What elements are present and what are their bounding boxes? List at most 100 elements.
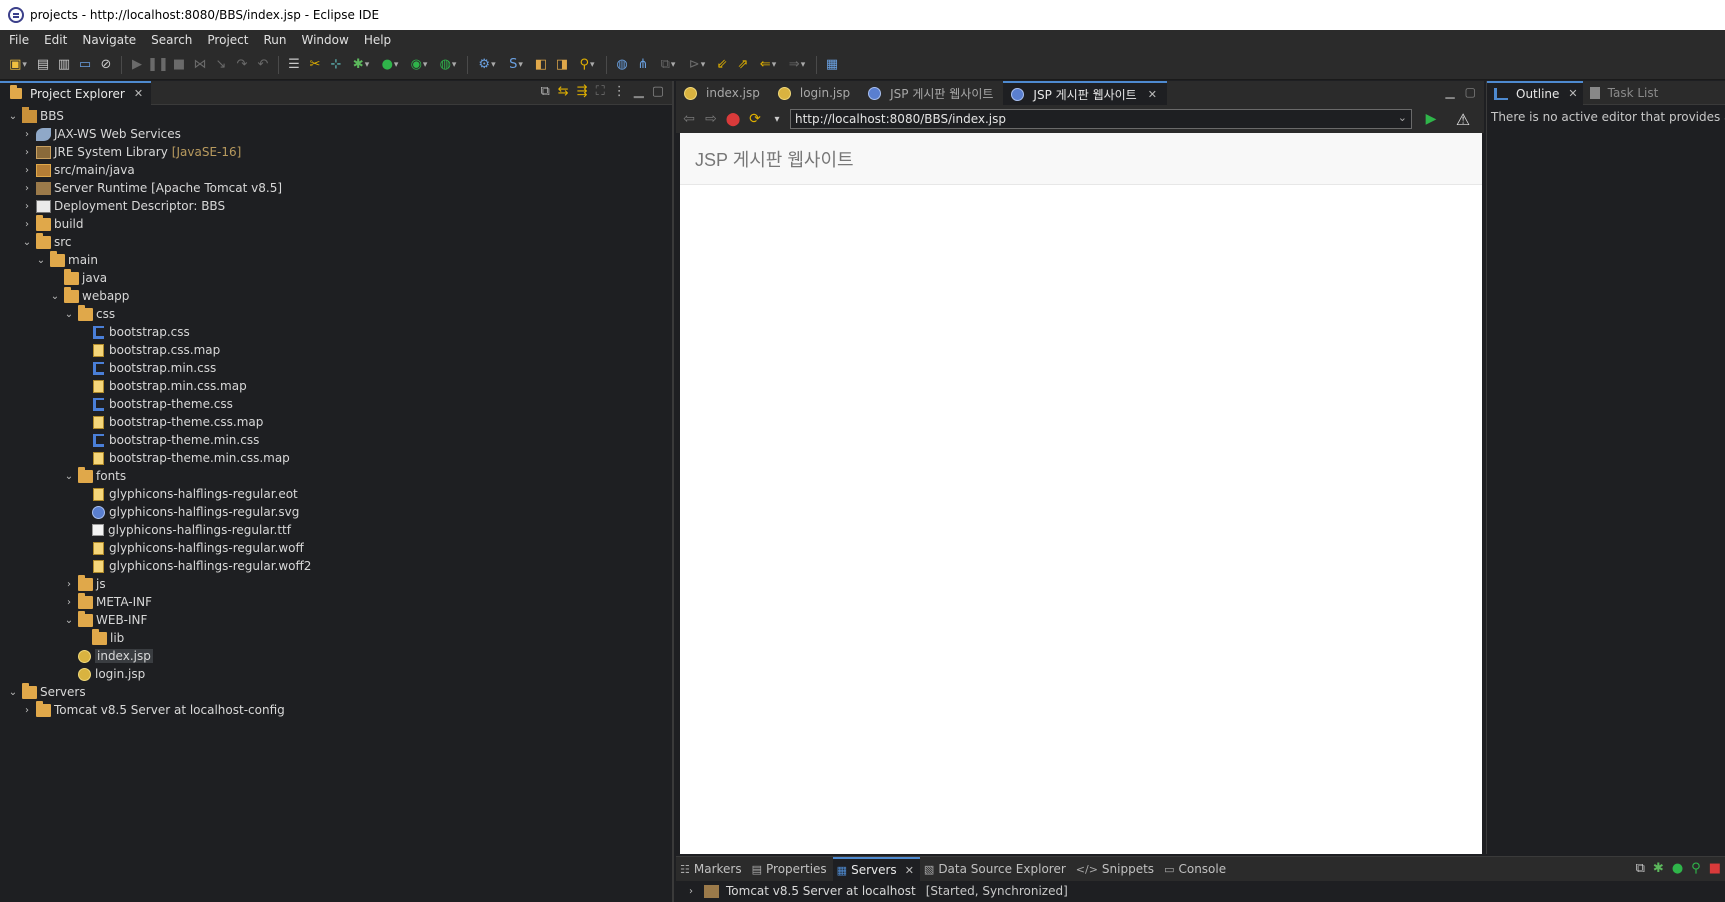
- tree-item[interactable]: › src/main/java: [0, 161, 672, 179]
- filter-icon[interactable]: ⇶: [577, 84, 588, 99]
- annotation-icon[interactable]: ⧉: [654, 55, 682, 75]
- skip-breakpoints-icon[interactable]: ⊘: [96, 55, 116, 75]
- chevron-right-icon[interactable]: ›: [20, 165, 34, 176]
- tree-item[interactable]: ⌄ webapp: [0, 286, 672, 305]
- editor-tab[interactable]: login.jsp: [770, 81, 860, 105]
- editor-tab[interactable]: JSP 게시판 웹사이트: [860, 81, 1003, 105]
- menu-file[interactable]: File: [4, 33, 39, 47]
- debug-server-icon[interactable]: ✱: [1653, 861, 1664, 876]
- bottom-tab-console[interactable]: ▭ Console: [1160, 857, 1232, 881]
- chevron-right-icon[interactable]: ›: [684, 886, 698, 897]
- step-over-icon[interactable]: ↷: [232, 55, 252, 75]
- step-into-icon[interactable]: ↘: [211, 55, 231, 75]
- url-input[interactable]: http://localhost:8080/BBS/index.jsp ⌄: [790, 109, 1412, 129]
- toggle-markers-icon[interactable]: ⋔: [633, 55, 653, 75]
- chevron-down-icon[interactable]: ⌄: [6, 111, 20, 122]
- terminate-icon[interactable]: ■: [169, 55, 189, 75]
- tree-item[interactable]: glyphicons-halflings-regular.svg: [0, 503, 672, 521]
- menu-help[interactable]: Help: [359, 33, 401, 47]
- chevron-down-icon[interactable]: ⌄: [1398, 111, 1407, 124]
- forward-icon[interactable]: ⇒: [783, 55, 811, 75]
- forward-arrow-icon[interactable]: ⇨: [702, 110, 720, 128]
- minimize-icon[interactable]: ▁: [1445, 85, 1454, 99]
- chevron-right-icon[interactable]: ›: [20, 183, 34, 194]
- tab-task-list[interactable]: Task List: [1583, 81, 1664, 105]
- open-console-icon[interactable]: ☰: [284, 55, 304, 75]
- chevron-down-icon[interactable]: ⌄: [62, 309, 76, 320]
- editor-tab[interactable]: index.jsp: [676, 81, 770, 105]
- disconnect-icon[interactable]: ⋈: [190, 55, 210, 75]
- tree-item[interactable]: bootstrap-theme.css.map: [0, 413, 672, 431]
- chevron-down-icon[interactable]: ⌄: [48, 291, 62, 302]
- chevron-right-icon[interactable]: ›: [20, 201, 34, 212]
- menu-edit[interactable]: Edit: [39, 33, 77, 47]
- menu-window[interactable]: Window: [296, 33, 358, 47]
- tab-project-explorer[interactable]: Project Explorer ✕: [0, 80, 152, 105]
- chevron-down-icon[interactable]: ⌄: [62, 471, 76, 482]
- tree-item[interactable]: glyphicons-halflings-regular.woff2: [0, 557, 672, 575]
- chevron-down-icon[interactable]: ⌄: [62, 615, 76, 626]
- coverage-icon[interactable]: ⊹: [326, 55, 346, 75]
- open-task-icon[interactable]: ◨: [552, 55, 572, 75]
- minimize-icon[interactable]: ▁: [634, 84, 644, 99]
- focus-icon[interactable]: ⛶: [596, 84, 605, 99]
- warning-icon[interactable]: ⚠: [1452, 109, 1474, 129]
- tab-outline[interactable]: Outline ✕: [1487, 80, 1583, 105]
- profile-server-icon[interactable]: ⚲: [1691, 861, 1701, 876]
- tree-item[interactable]: bootstrap.min.css.map: [0, 377, 672, 395]
- view-menu-icon[interactable]: ⋮: [613, 84, 626, 99]
- terminal-icon[interactable]: ▭: [75, 55, 95, 75]
- tree-item[interactable]: glyphicons-halflings-regular.eot: [0, 485, 672, 503]
- tree-item[interactable]: › JRE System Library [JavaSE-16]: [0, 143, 672, 161]
- chevron-down-icon[interactable]: ⌄: [6, 687, 20, 698]
- bottom-tab-markers[interactable]: ☷ Markers: [676, 857, 748, 881]
- suspend-icon[interactable]: ❚❚: [147, 55, 169, 75]
- run-coverage-icon[interactable]: ◉: [405, 55, 433, 75]
- new-server-icon[interactable]: S: [502, 55, 530, 75]
- editor-tab[interactable]: JSP 게시판 웹사이트 ✕: [1003, 81, 1167, 105]
- menu-search[interactable]: Search: [146, 33, 202, 47]
- tree-item[interactable]: ⌄ Servers: [0, 682, 672, 701]
- stop-server-icon[interactable]: ■: [1709, 861, 1721, 876]
- tree-item[interactable]: bootstrap-theme.min.css.map: [0, 449, 672, 467]
- tree-item[interactable]: lib: [0, 628, 672, 647]
- refresh-icon[interactable]: ⟳: [746, 110, 764, 128]
- tree-item[interactable]: › Server Runtime [Apache Tomcat v8.5]: [0, 179, 672, 197]
- run-icon[interactable]: ●: [376, 55, 404, 75]
- step-return-icon[interactable]: ↶: [253, 55, 273, 75]
- chevron-down-icon[interactable]: ⌄: [20, 237, 34, 248]
- chevron-right-icon[interactable]: ›: [62, 597, 76, 608]
- close-icon[interactable]: ✕: [134, 87, 143, 100]
- collapse-all-icon[interactable]: ⧉: [540, 84, 549, 99]
- tree-item[interactable]: ⌄ main: [0, 250, 672, 269]
- close-icon[interactable]: ✕: [905, 864, 914, 877]
- publish-icon[interactable]: ✂: [305, 55, 325, 75]
- stop-icon[interactable]: ⬤: [724, 110, 742, 128]
- start-server-icon[interactable]: ●: [1672, 861, 1683, 876]
- go-icon[interactable]: ▶: [1422, 110, 1440, 128]
- link-with-editor-icon[interactable]: ⇆: [558, 84, 569, 99]
- tree-item[interactable]: bootstrap.css.map: [0, 341, 672, 359]
- search-icon[interactable]: ⚲: [573, 55, 601, 75]
- tree-item[interactable]: glyphicons-halflings-regular.ttf: [0, 521, 672, 539]
- open-web-browser-icon[interactable]: ◍: [612, 55, 632, 75]
- tree-item[interactable]: › js: [0, 574, 672, 593]
- menu-navigate[interactable]: Navigate: [77, 33, 146, 47]
- maximize-icon[interactable]: ▢: [652, 84, 664, 99]
- tree-item[interactable]: › Tomcat v8.5 Server at localhost-config: [0, 700, 672, 719]
- chevron-right-icon[interactable]: ›: [20, 219, 34, 230]
- external-tools-icon[interactable]: ◍: [434, 55, 462, 75]
- tree-item[interactable]: › build: [0, 214, 672, 233]
- tree-item[interactable]: bootstrap-theme.css: [0, 395, 672, 413]
- prev-annotation-icon[interactable]: ⇙: [712, 55, 732, 75]
- tree-item[interactable]: bootstrap.css: [0, 323, 672, 341]
- open-type-icon[interactable]: ◧: [531, 55, 551, 75]
- bottom-tab-snippets[interactable]: </> Snippets: [1072, 857, 1160, 881]
- bottom-tab-data-source-explorer[interactable]: ▧ Data Source Explorer: [920, 857, 1072, 881]
- tree-item[interactable]: › JAX-WS Web Services: [0, 125, 672, 143]
- tree-item[interactable]: ⌄ fonts: [0, 466, 672, 485]
- next-annotation-icon[interactable]: ⇗: [733, 55, 753, 75]
- menu-run[interactable]: Run: [258, 33, 296, 47]
- collapse-all-icon[interactable]: ⧉: [1636, 861, 1645, 876]
- tree-item[interactable]: ⌄ src: [0, 232, 672, 251]
